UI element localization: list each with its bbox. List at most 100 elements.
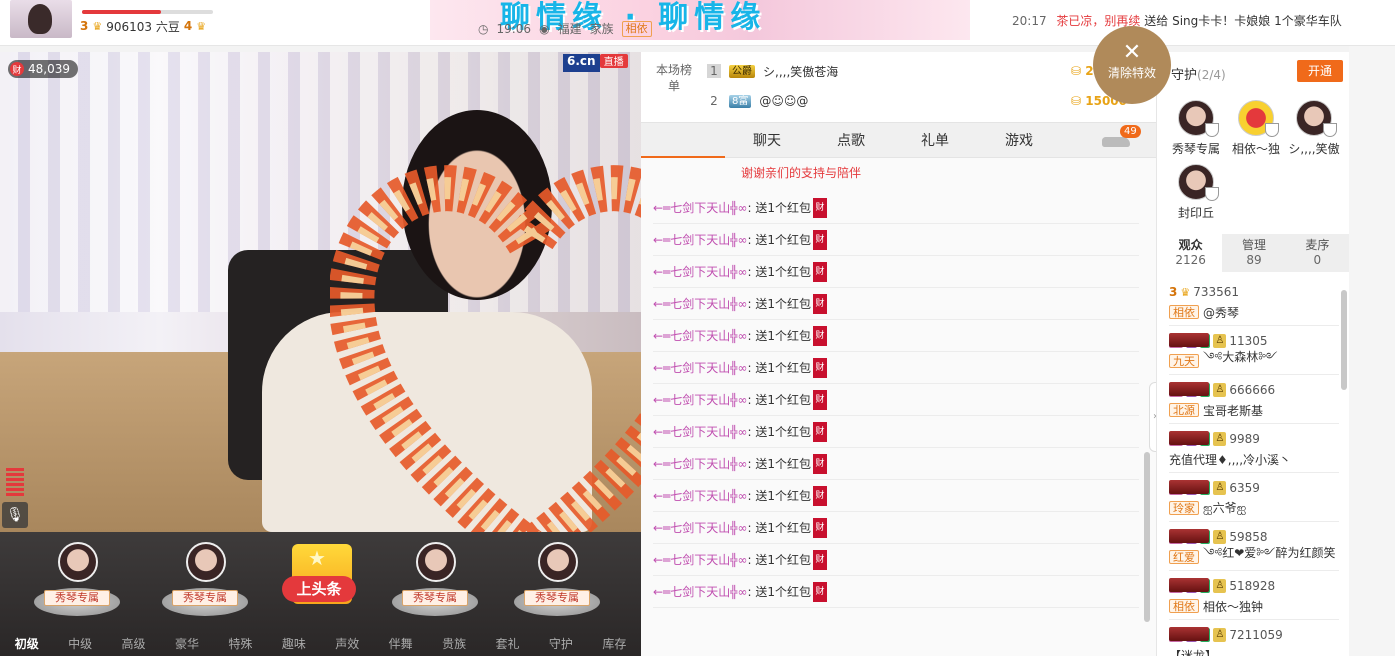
audience-item[interactable]: 售VK♙11305九天༺大森林༻ — [1169, 327, 1339, 375]
news-target[interactable]: Sing卡卡！卡娘娘 — [1172, 14, 1270, 28]
audience-item[interactable]: 售VK♙7211059 【迷龙】 — [1169, 621, 1339, 656]
chat-user[interactable]: ←═七剑下天山╬∞ — [653, 359, 748, 376]
gift-tab[interactable]: 特殊 — [214, 632, 267, 656]
tab-game[interactable]: 游戏 — [977, 130, 1061, 150]
red-packet-icon[interactable]: 财 — [813, 229, 828, 250]
gift-tab[interactable]: 豪华 — [160, 632, 213, 656]
headline-gift[interactable]: ★ 上头条 — [272, 540, 366, 624]
red-packet-icon[interactable]: 财 — [813, 197, 828, 218]
tab-gift-list[interactable]: 礼单 — [893, 130, 977, 150]
guard-avatar — [1178, 164, 1219, 201]
gift-tab[interactable]: 库存 — [588, 632, 641, 656]
microphone-icon[interactable]: 🎙 — [2, 502, 28, 528]
red-packet-icon[interactable]: 财 — [813, 581, 828, 602]
red-packet-icon[interactable]: 财 — [813, 357, 828, 378]
chat-user[interactable]: ←═七剑下天山╬∞ — [653, 199, 748, 216]
user-id: 6359 — [1229, 481, 1260, 495]
red-packet-icon[interactable]: 财 — [813, 293, 828, 314]
red-packet-icon[interactable]: 财 — [813, 517, 828, 538]
family-tag: 相依 — [1169, 599, 1199, 613]
volume-icon[interactable] — [6, 468, 24, 498]
chat-message: ←═七剑下天山╬∞: 送1个红包财 — [653, 320, 1139, 352]
gift-item[interactable]: 秀琴专属 — [510, 540, 604, 624]
audience-scrollbar[interactable] — [1341, 290, 1347, 390]
gift-tab[interactable]: 高级 — [107, 632, 160, 656]
guard-member[interactable]: シ,,,,笑傲 — [1287, 100, 1341, 160]
heart-effect — [330, 165, 641, 532]
audience-item[interactable]: 售VK♙9989 充值代理♦,,,,冷小溪丶 — [1169, 425, 1339, 473]
video-player[interactable]: 财 48,039 6.cn 直播 🎙 — [0, 52, 641, 532]
chat-user[interactable]: ←═七剑下天山╬∞ — [653, 231, 748, 248]
news-action: 送给 — [1144, 14, 1169, 28]
rank-row[interactable]: 1 公爵 シ,,,,笑傲苍海 ⛁ 22222 — [707, 58, 1127, 84]
gift-item[interactable]: 秀琴专属 — [158, 540, 252, 624]
tab-public[interactable] — [641, 122, 725, 158]
user-name: 充值代理♦,,,,冷小溪丶 — [1169, 452, 1292, 467]
shield-icon — [1205, 187, 1219, 201]
audience-item[interactable]: 售VK♙6359 玲家 ஐ六爷ஐ — [1169, 474, 1339, 522]
gift-tab[interactable]: 守护 — [534, 632, 587, 656]
chat-user[interactable]: ←═七剑下天山╬∞ — [653, 455, 748, 472]
audience-top-row: 3 ♛ 733561 — [1169, 284, 1239, 300]
guard-member[interactable]: 封印丘 — [1169, 164, 1223, 224]
rank-badge — [1169, 578, 1209, 592]
rank-row[interactable]: 2 8富 @☺☺@ ⛁ 15000 — [707, 88, 1127, 114]
audience-item[interactable]: 售VK♙518928 相依相依～独钟 — [1169, 572, 1339, 620]
gift-item[interactable]: 秀琴专属 — [388, 540, 482, 624]
audience-bottom-row: 北源 宝哥老斯基 — [1169, 402, 1263, 418]
host-avatar[interactable] — [10, 0, 72, 38]
chat-user[interactable]: ←═七剑下天山╬∞ — [653, 423, 748, 440]
tab-audience[interactable]: 观众 2126 — [1159, 234, 1223, 272]
chat-user[interactable]: ←═七剑下天山╬∞ — [653, 519, 748, 536]
gift-tab[interactable]: 声效 — [321, 632, 374, 656]
clear-effects-button[interactable]: ✕ 清除特效 — [1093, 26, 1171, 104]
red-packet-icon[interactable]: 财 — [813, 261, 828, 282]
chat-scrollbar[interactable] — [1144, 452, 1150, 622]
chat-user[interactable]: ←═七剑下天山╬∞ — [653, 295, 748, 312]
rank-badge — [1169, 431, 1209, 445]
chat-user[interactable]: ←═七剑下天山╬∞ — [653, 551, 748, 568]
site-logo: 6.cn 直播 — [563, 54, 628, 72]
tab-mic-queue[interactable]: 麦序 0 — [1286, 234, 1349, 272]
chat-action: : 送1个红包 — [747, 233, 812, 247]
chat-user[interactable]: ←═七剑下天山╬∞ — [653, 583, 748, 600]
gift-tab[interactable]: 伴舞 — [374, 632, 427, 656]
chat-message: ←═七剑下天山╬∞: 送1个红包财 — [653, 288, 1139, 320]
red-packet-icon[interactable]: 财 — [813, 389, 828, 410]
gift-tab[interactable]: 套礼 — [481, 632, 534, 656]
guard-member[interactable]: 相依～独 — [1229, 100, 1283, 160]
red-packet-icon[interactable]: 财 — [813, 421, 828, 442]
red-packet-icon[interactable]: 财 — [813, 485, 828, 506]
red-packet-icon[interactable]: 财 — [813, 549, 828, 570]
red-packet-icon[interactable]: 财 — [813, 453, 828, 474]
open-guard-button[interactable]: 开通 — [1297, 60, 1343, 82]
gift-tab[interactable]: 中级 — [53, 632, 106, 656]
tab-chat[interactable]: 聊天 — [725, 130, 809, 150]
audience-item[interactable]: 3 ♛ 733561 相依 @秀琴 — [1169, 278, 1339, 326]
room-location: 福建 — [557, 22, 582, 36]
tab-admin[interactable]: 管理 89 — [1222, 234, 1285, 272]
gift-item[interactable]: 秀琴专属 — [30, 540, 124, 624]
host-level: 3 — [80, 19, 89, 33]
logo-text: 6.cn — [563, 54, 600, 72]
chat-user[interactable]: ←═七剑下天山╬∞ — [653, 263, 748, 280]
family-tag[interactable]: 相依 — [621, 20, 652, 37]
gift-tab[interactable]: 贵族 — [427, 632, 480, 656]
rank-title[interactable]: 本场榜单 — [655, 62, 693, 94]
tab-admin-count: 89 — [1246, 253, 1262, 267]
gift-tab[interactable]: 趣味 — [267, 632, 320, 656]
red-packet-icon[interactable]: 财 — [813, 325, 828, 346]
chat-list: 谢谢亲们的支持与陪伴 ←═七剑下天山╬∞: 送1个红包财 ←═七剑下天山╬∞: 送… — [641, 158, 1141, 628]
car-icon[interactable]: 49 — [1096, 125, 1141, 149]
audience-item[interactable]: 售VK♙666666 北源宝哥老斯基 — [1169, 376, 1339, 424]
audience-item[interactable]: 售VK♙59858红爱༺红❤爱༻醉为红颜笑 — [1169, 523, 1339, 571]
guard-member[interactable]: 秀琴专属 — [1169, 100, 1223, 160]
family-label: 家族 — [589, 22, 614, 36]
gift-tab[interactable]: 初级 — [0, 632, 53, 656]
chat-message: ←═七剑下天山╬∞: 送1个红包财 — [653, 256, 1139, 288]
user-id: 9989 — [1229, 432, 1260, 446]
chat-user[interactable]: ←═七剑下天山╬∞ — [653, 487, 748, 504]
tab-song[interactable]: 点歌 — [809, 130, 893, 150]
chat-user[interactable]: ←═七剑下天山╬∞ — [653, 391, 748, 408]
chat-user[interactable]: ←═七剑下天山╬∞ — [653, 327, 748, 344]
